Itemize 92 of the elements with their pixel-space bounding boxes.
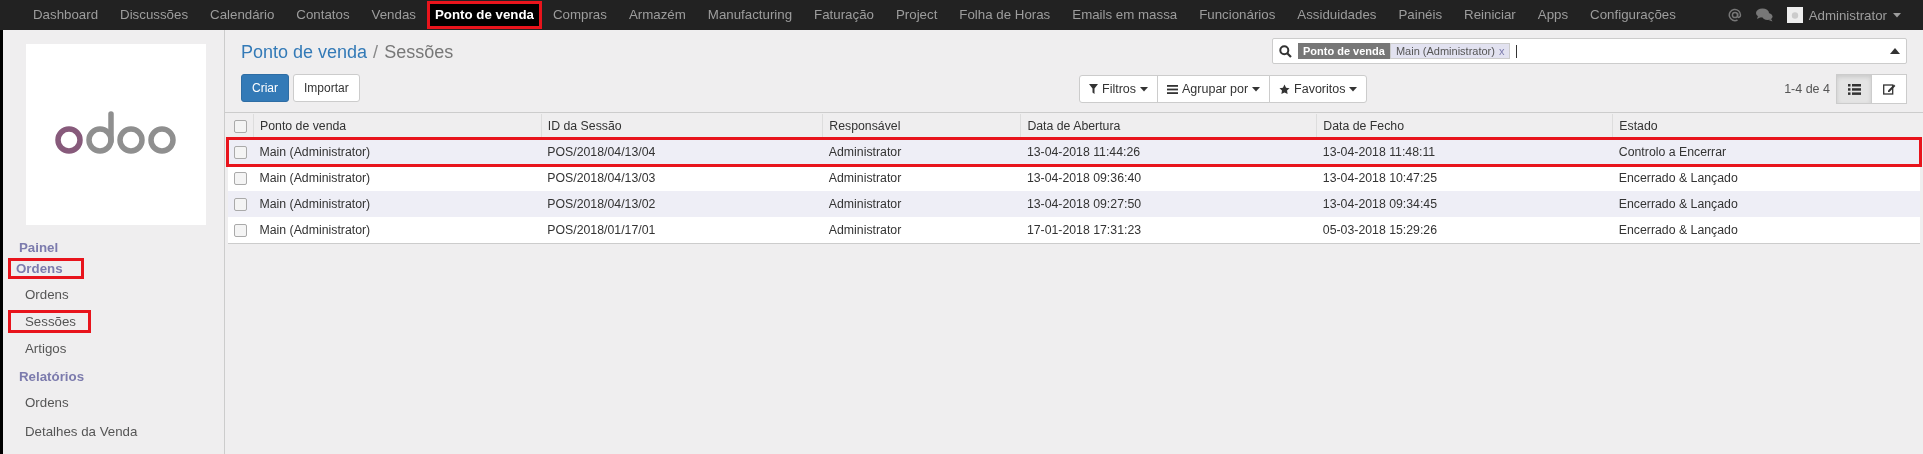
filter-icon: [1089, 84, 1098, 94]
table-cell: Main (Administrator): [253, 217, 542, 243]
menu-item[interactable]: Discussões: [109, 1, 200, 29]
table-cell: Main (Administrator): [253, 165, 542, 191]
table-cell: POS/2018/04/13/02: [541, 191, 823, 217]
filter-dropdown[interactable]: Filtros: [1079, 75, 1159, 103]
sidebar-heading[interactable]: Ordens: [8, 258, 84, 279]
table-cell: Main (Administrator): [253, 138, 542, 165]
table-cell: 13-04-2018 09:36:40: [1020, 165, 1317, 191]
sidebar-heading[interactable]: Painel: [14, 237, 64, 258]
list-icon: [1847, 83, 1861, 95]
search-icon: [1279, 44, 1292, 58]
sidebar-heading[interactable]: Relatórios: [14, 366, 90, 387]
menu-item[interactable]: Armazém: [617, 1, 697, 29]
edit-icon: [1882, 83, 1896, 95]
chat-icon[interactable]: [1755, 8, 1773, 22]
checkbox[interactable]: [234, 223, 247, 237]
menu-item[interactable]: Apps: [1526, 1, 1580, 29]
table-cell: Controlo a Encerrar: [1612, 138, 1920, 165]
menu-item[interactable]: Ponto de venda: [426, 1, 542, 29]
list-view-button[interactable]: [1836, 74, 1872, 104]
facet-label: Main (Administrator): [1395, 45, 1495, 57]
menu-item[interactable]: Emails em massa: [1061, 1, 1189, 29]
table-cell: Administrator: [822, 217, 1021, 243]
menu-item[interactable]: Folha de Horas: [948, 1, 1062, 29]
facet-remove[interactable]: x: [1498, 45, 1505, 57]
breadcrumb-separator: /: [373, 42, 379, 63]
menu-icon: [1167, 84, 1179, 94]
at-sign-icon[interactable]: [1727, 8, 1742, 22]
table-cell: 05-03-2018 15:29:26: [1316, 217, 1613, 243]
sidebar-item[interactable]: Ordens: [19, 389, 75, 416]
create-button[interactable]: Criar: [241, 74, 289, 102]
column-header[interactable]: Data de Fecho: [1316, 114, 1613, 139]
column-header[interactable]: Responsável: [822, 114, 1021, 139]
table-cell: Main (Administrator): [253, 191, 542, 217]
menu-item[interactable]: Dashboard: [22, 1, 110, 29]
pager: 1-4 de 4: [1784, 82, 1830, 96]
menu-item[interactable]: Painéis: [1387, 1, 1454, 29]
menu-item[interactable]: Configurações: [1579, 1, 1687, 29]
table-cell: 17-01-2018 17:31:23: [1020, 217, 1317, 243]
form-view-button[interactable]: [1871, 74, 1907, 104]
user-name: Administrator: [1808, 7, 1887, 23]
menu-item[interactable]: Faturação: [803, 1, 885, 29]
table-cell: Administrator: [822, 165, 1021, 191]
menu-item[interactable]: Assiduidades: [1286, 1, 1388, 29]
column-header[interactable]: Estado: [1612, 114, 1920, 139]
checkbox[interactable]: [234, 119, 247, 133]
menu-item[interactable]: Funcionários: [1188, 1, 1287, 29]
sidebar-item[interactable]: Ordens: [19, 281, 75, 308]
import-button[interactable]: Importar: [293, 74, 360, 102]
table-cell: Encerrado & Lançado: [1612, 191, 1920, 217]
table-cell: POS/2018/04/13/03: [541, 165, 823, 191]
star-icon: [1279, 83, 1291, 95]
table-cell: Administrator: [822, 138, 1021, 165]
favorite-dropdown[interactable]: Favoritos: [1269, 75, 1368, 103]
user-menu[interactable]: Administrator: [1786, 7, 1901, 23]
checkbox[interactable]: [234, 171, 247, 185]
table-cell: Administrator: [822, 191, 1021, 217]
caret-icon: [1252, 86, 1261, 92]
menu-item[interactable]: Reiniciar: [1453, 1, 1527, 29]
menu-item[interactable]: Vendas: [360, 1, 427, 29]
caret-icon: [1349, 86, 1358, 92]
table-cell: 13-04-2018 11:48:11: [1316, 138, 1613, 165]
menu-item[interactable]: Manufacturing: [696, 1, 804, 29]
menu-item[interactable]: Project: [884, 1, 949, 29]
table-cell: POS/2018/01/17/01: [541, 217, 823, 243]
caret-up-icon[interactable]: [1890, 48, 1900, 54]
checkbox[interactable]: [234, 145, 247, 159]
breadcrumb-link[interactable]: Ponto de venda: [241, 42, 368, 63]
table-cell: Encerrado & Lançado: [1612, 165, 1920, 191]
column-header[interactable]: Ponto de venda: [253, 114, 542, 139]
table-cell: 13-04-2018 11:44:26: [1020, 138, 1317, 165]
sidebar-item[interactable]: Detalhes da Venda: [19, 418, 144, 445]
caret-icon: [1140, 86, 1149, 92]
group-dropdown[interactable]: Agrupar por: [1157, 75, 1271, 103]
table-cell: Encerrado & Lançado: [1612, 217, 1920, 243]
column-header[interactable]: ID da Sessão: [541, 114, 823, 139]
caret-icon: [1893, 12, 1901, 18]
menu-item[interactable]: Calendário: [199, 1, 286, 29]
search-field[interactable]: Ponto de venda Main (Administrator) x: [1272, 38, 1907, 64]
breadcrumb-current: Sessões: [384, 42, 454, 63]
table-cell: 13-04-2018 09:27:50: [1020, 191, 1317, 217]
table-cell: POS/2018/04/13/04: [541, 138, 823, 165]
sidebar-item[interactable]: Artigos: [19, 335, 73, 362]
column-header[interactable]: Data de Abertura: [1020, 114, 1317, 139]
menu-item[interactable]: Compras: [541, 1, 618, 29]
table-cell: 13-04-2018 10:47:25: [1316, 165, 1613, 191]
facet-category: Ponto de venda: [1298, 43, 1390, 59]
sidebar-item[interactable]: Sessões: [8, 310, 91, 333]
menu-item[interactable]: Contatos: [285, 1, 361, 29]
checkbox[interactable]: [234, 197, 247, 211]
table-cell: 13-04-2018 09:34:45: [1316, 191, 1613, 217]
